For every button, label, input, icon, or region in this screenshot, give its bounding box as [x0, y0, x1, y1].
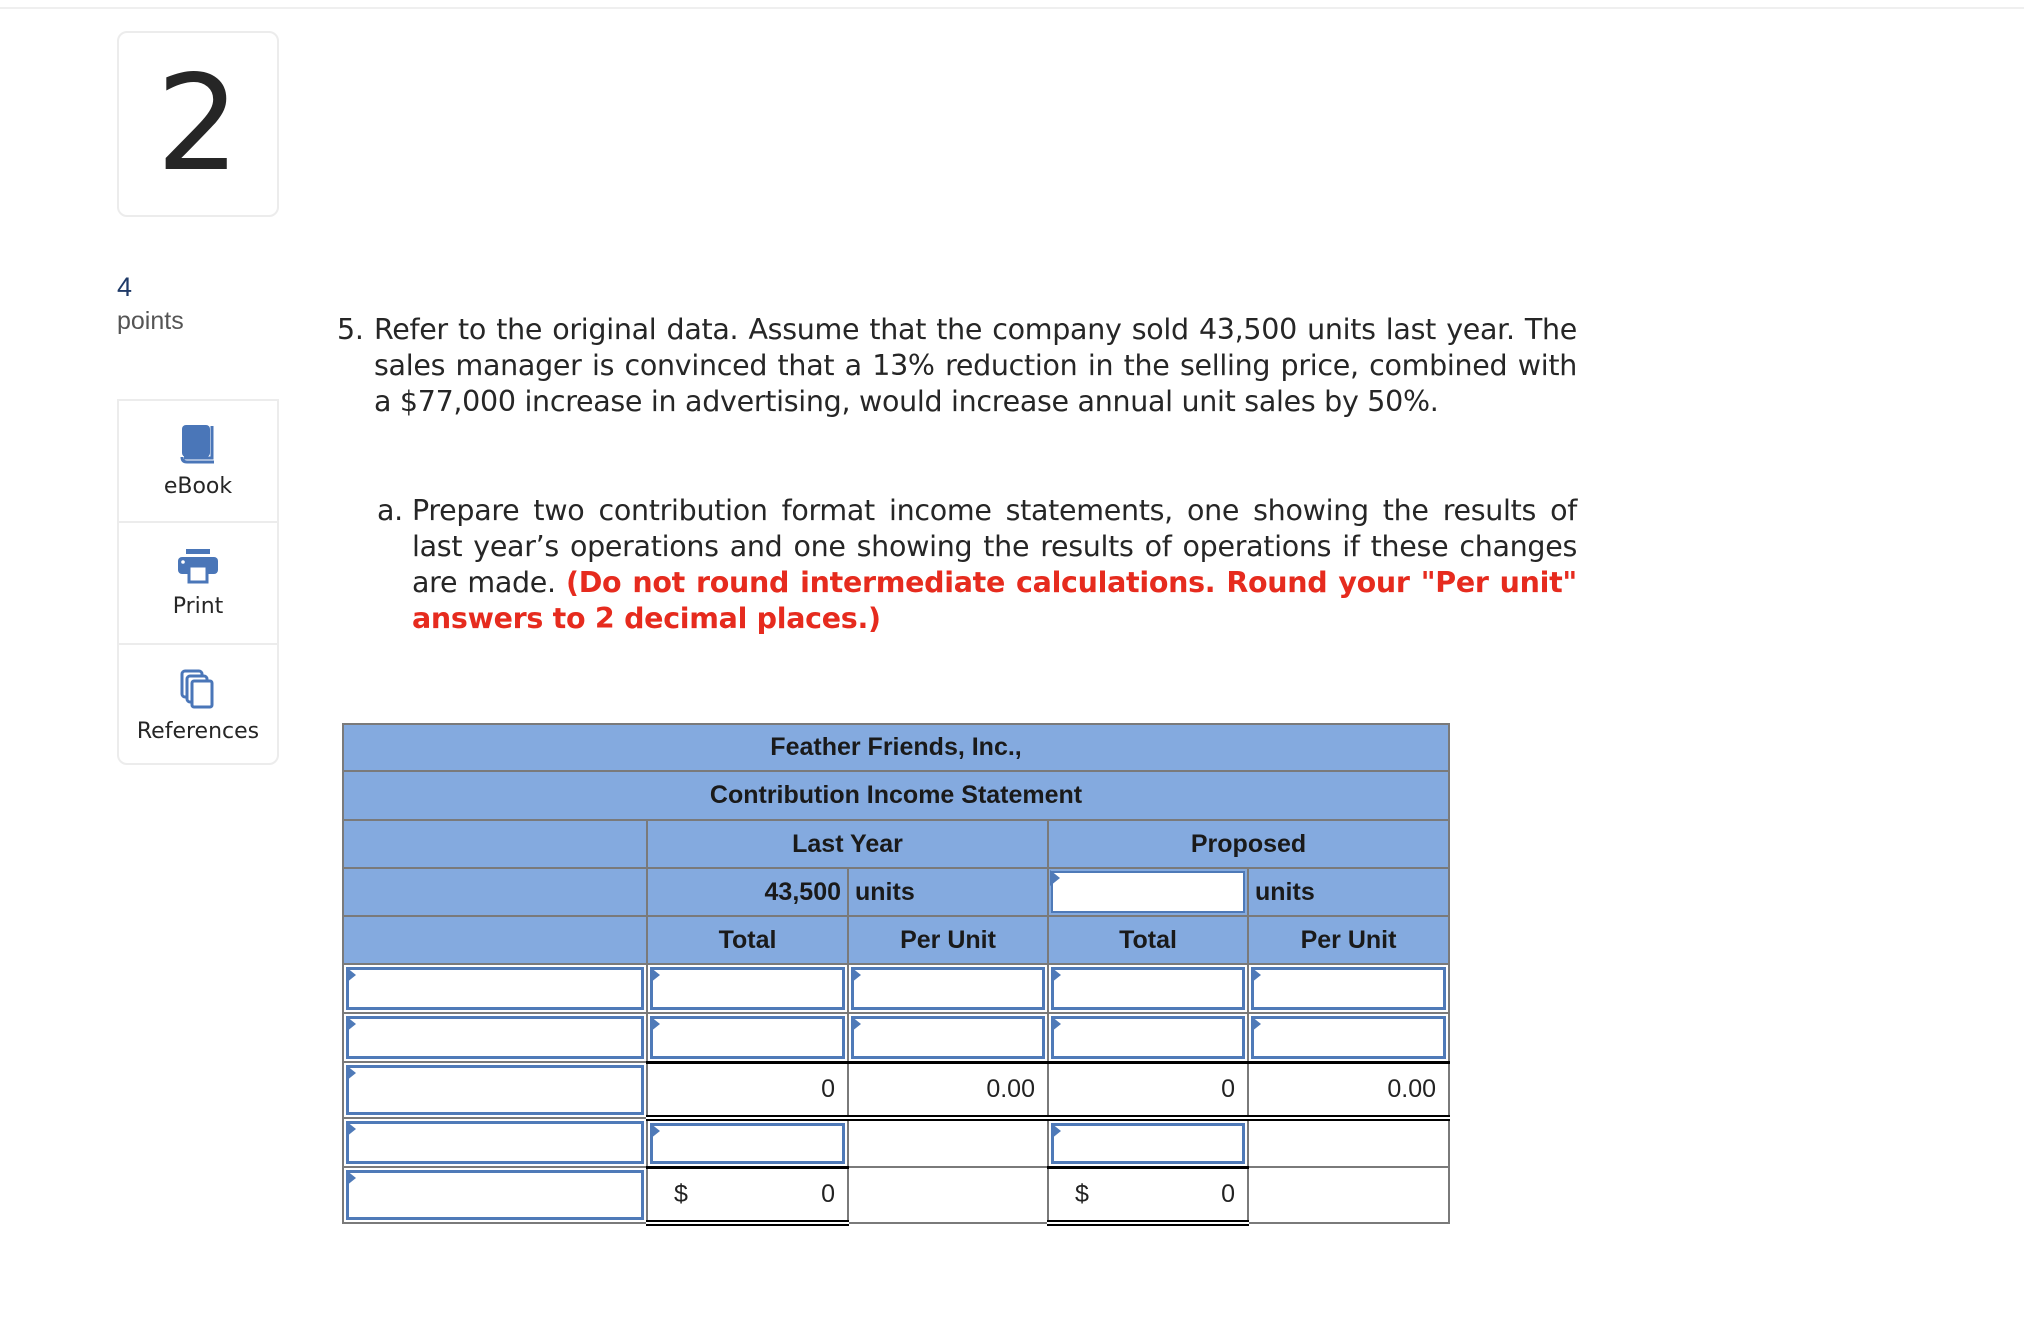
row-4-proposed-total-input[interactable]	[1054, 1126, 1242, 1161]
points-label: points	[117, 307, 184, 335]
row-5-last-year-total: 0	[821, 1179, 835, 1208]
points-value: 4	[117, 272, 133, 302]
table-row	[342, 963, 1451, 1014]
question-body: Refer to the original data. Assume that …	[374, 313, 1577, 418]
proposed-units-input[interactable]	[1053, 873, 1243, 911]
row-4-proposed-per-unit-empty	[1246, 1117, 1451, 1168]
income-statement-table: Feather Friends, Inc., Contribution Inco…	[341, 723, 1451, 1226]
ebook-button[interactable]: eBook	[119, 401, 277, 523]
row-2-last-year-total-input[interactable]	[653, 1019, 842, 1056]
proposed-header: Proposed	[1046, 819, 1451, 869]
row-2-last-year-per-unit-input[interactable]	[854, 1019, 1042, 1056]
row-1-last-year-total-input[interactable]	[653, 970, 842, 1007]
header-blank	[342, 867, 648, 917]
header-blank	[342, 819, 648, 869]
part-a-instruction: (Do not round intermediate calculations.…	[412, 566, 1577, 635]
question-number-card: 2	[117, 31, 279, 217]
col-per-unit-proposed: Per Unit	[1246, 915, 1451, 965]
row-3-last-year-per-unit: 0.00	[986, 1074, 1035, 1103]
row-5-proposed-per-unit-empty	[1246, 1166, 1451, 1224]
row-4-last-year-total-input[interactable]	[653, 1126, 842, 1161]
question-item-number: 5.	[337, 313, 364, 346]
row-4-last-year-per-unit-empty	[847, 1117, 1049, 1168]
last-year-header: Last Year	[646, 819, 1049, 869]
question-text: 5. Refer to the original data. Assume th…	[337, 312, 1577, 420]
printer-icon	[178, 548, 218, 583]
row-2-proposed-per-unit-input[interactable]	[1254, 1019, 1444, 1056]
row-5-proposed-total: 0	[1221, 1179, 1235, 1208]
question-number: 2	[156, 47, 240, 201]
row-5-proposed-currency: $	[1075, 1179, 1089, 1208]
table-row	[342, 1117, 1451, 1168]
row-5-label-input[interactable]	[349, 1173, 641, 1217]
statement-title: Contribution Income Statement	[341, 770, 1451, 821]
row-1-proposed-total-input[interactable]	[1054, 970, 1242, 1007]
part-a-text: a. Prepare two contribution format incom…	[377, 493, 1577, 637]
row-3-proposed-total: 0	[1221, 1074, 1235, 1103]
documents-icon	[180, 669, 214, 708]
row-3-proposed-per-unit: 0.00	[1387, 1074, 1437, 1103]
col-per-unit-last-year: Per Unit	[847, 915, 1049, 965]
row-5-last-year-per-unit-empty	[847, 1166, 1049, 1224]
references-button[interactable]: References	[119, 645, 277, 767]
table-row: $0 $0	[342, 1165, 1451, 1226]
header-blank	[342, 915, 648, 965]
row-1-label-input[interactable]	[349, 970, 641, 1007]
row-1-proposed-per-unit-input[interactable]	[1254, 970, 1444, 1007]
row-2-proposed-total-input[interactable]	[1054, 1019, 1242, 1056]
row-3-last-year-total: 0	[821, 1074, 835, 1103]
references-label: References	[136, 718, 260, 744]
col-total-proposed: Total	[1047, 915, 1249, 965]
last-year-units: 43,500	[646, 867, 849, 917]
col-total-last-year: Total	[646, 915, 849, 965]
row-1-last-year-per-unit-input[interactable]	[854, 970, 1042, 1007]
table-row: 0 0.00 0 0.00	[342, 1060, 1451, 1121]
proposed-units-label: units	[1246, 867, 1451, 917]
print-button[interactable]: Print	[119, 523, 277, 645]
part-a-label: a.	[377, 494, 403, 527]
last-year-units-label: units	[847, 867, 1049, 917]
row-5-last-year-currency: $	[674, 1179, 688, 1208]
company-name: Feather Friends, Inc.,	[341, 723, 1451, 772]
row-4-label-input[interactable]	[349, 1124, 641, 1161]
row-2-label-input[interactable]	[349, 1019, 641, 1056]
book-icon	[180, 424, 214, 463]
tools-panel: eBook Print References	[117, 399, 279, 765]
top-divider	[0, 7, 2024, 9]
print-label: Print	[172, 593, 224, 619]
table-row	[342, 1012, 1451, 1063]
ebook-label: eBook	[163, 473, 233, 499]
row-3-label-input[interactable]	[349, 1068, 641, 1112]
